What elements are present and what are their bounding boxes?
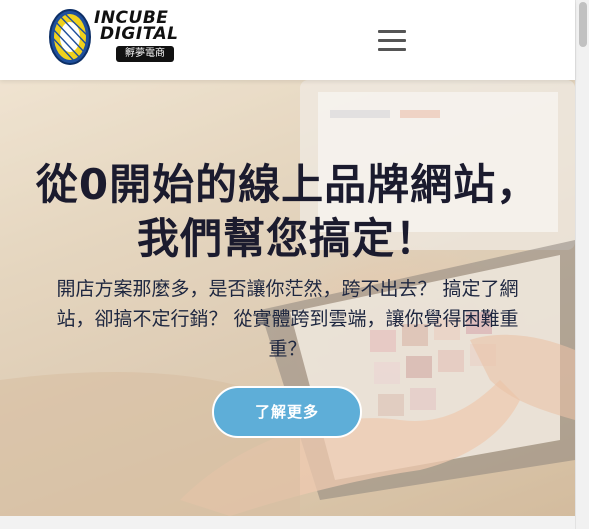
logo-emblem-icon (49, 9, 91, 65)
page-scrollbar[interactable] (575, 0, 589, 529)
logo-badge: 孵夢電商 (116, 46, 174, 62)
hamburger-bar (378, 48, 406, 51)
hamburger-bar (378, 39, 406, 42)
logo-wordmark: INCUBE DIGITAL (94, 10, 179, 44)
hero-title: 從0開始的線上品牌網站， 我們幫您搞定！ (35, 160, 540, 263)
page: INCUBE DIGITAL 孵夢電商 從0開始的線上品牌網站， 我們幫您搞定！… (0, 0, 575, 529)
site-logo[interactable]: INCUBE DIGITAL 孵夢電商 (48, 8, 208, 68)
logo-word-line2: DIGITAL (100, 24, 179, 44)
site-header: INCUBE DIGITAL 孵夢電商 (0, 0, 575, 80)
hamburger-menu-icon[interactable] (378, 30, 406, 52)
hero-subtitle: 開店方案那麼多，是否讓你茫然，跨不出去？ 搞定了網站，卻搞不定行銷？ 從實體跨到… (56, 278, 519, 360)
next-section-edge (0, 516, 575, 529)
scrollbar-thumb[interactable] (579, 2, 587, 47)
learn-more-button[interactable]: 了解更多 (212, 386, 362, 438)
hamburger-bar (378, 30, 406, 33)
hero-banner: 從0開始的線上品牌網站， 我們幫您搞定！ 開店方案那麼多，是否讓你茫然，跨不出去… (0, 80, 575, 516)
